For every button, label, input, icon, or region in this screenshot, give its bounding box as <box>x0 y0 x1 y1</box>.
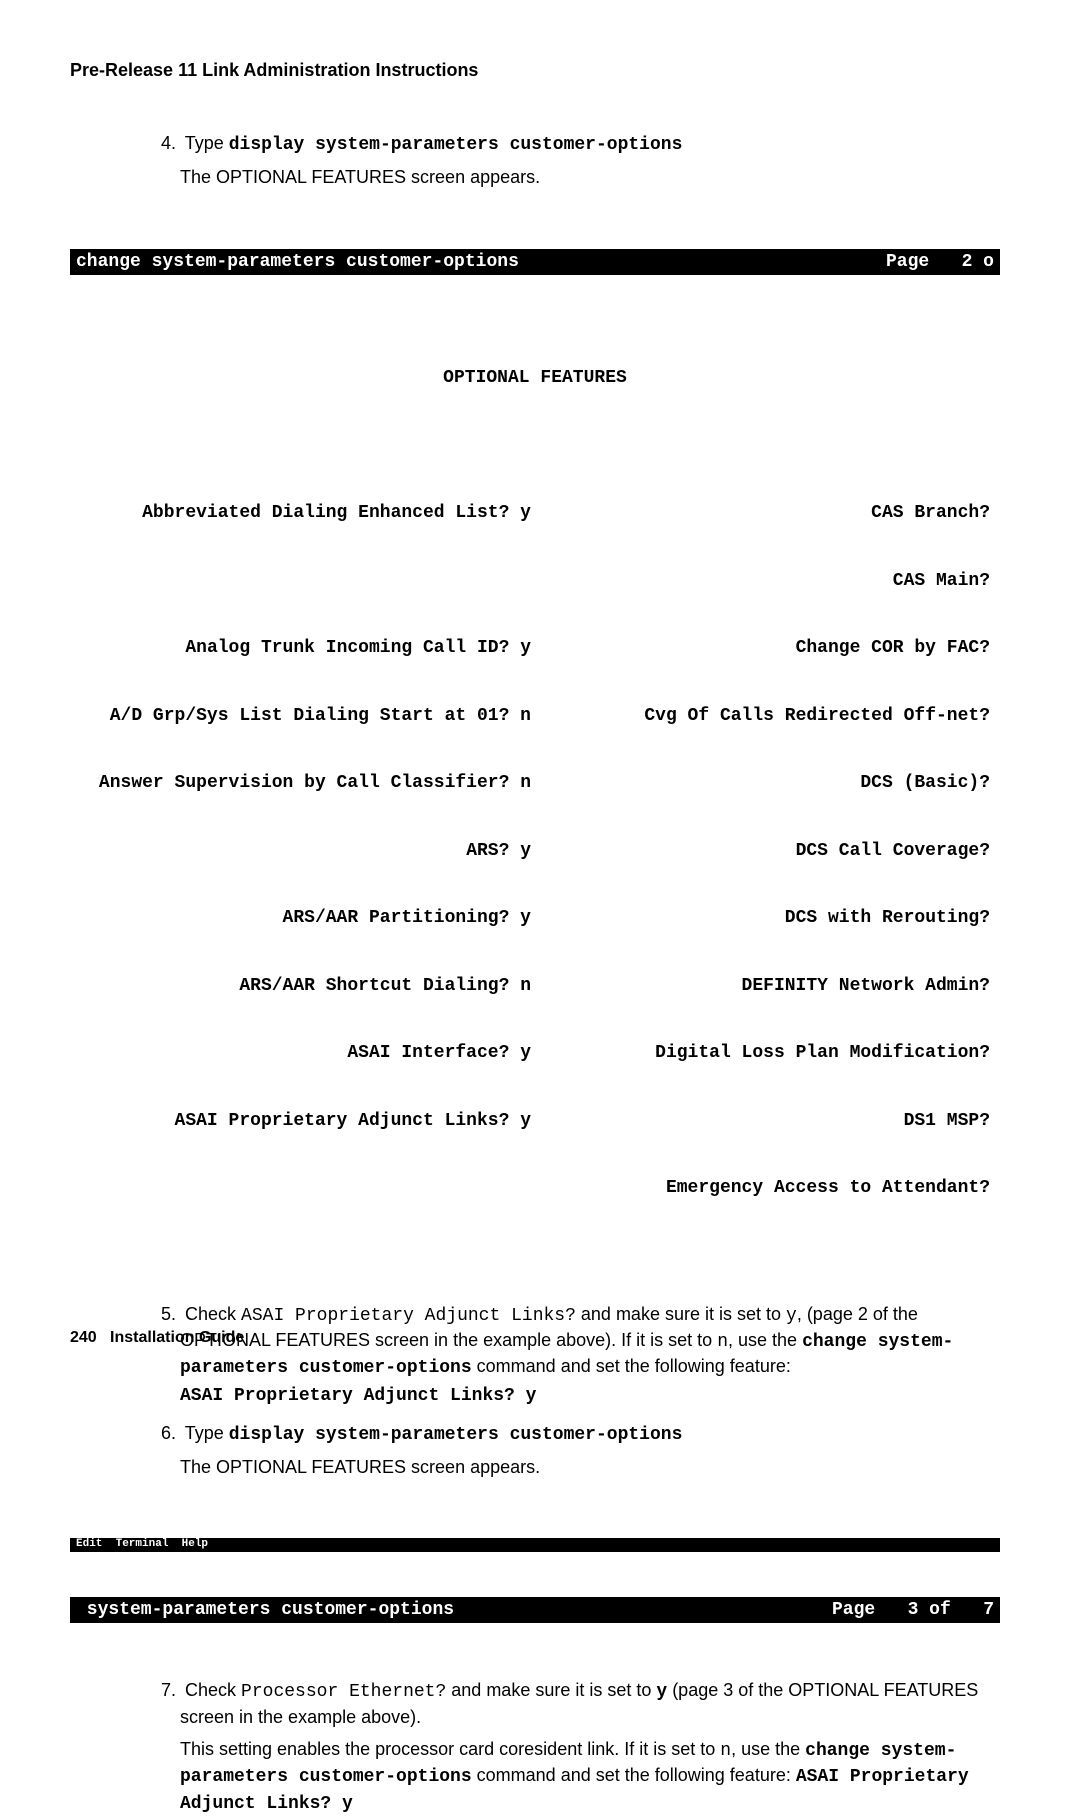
t1-row-l: Answer Supervision by Call Classifier? n <box>76 772 535 795</box>
t1-row-r: DCS (Basic)? <box>535 772 994 795</box>
page-number: 240 <box>70 1329 97 1346</box>
t1-row-l: ASAI Interface? y <box>76 1042 535 1065</box>
t1-row-r: Emergency Access to Attendant? <box>535 1177 994 1200</box>
step-7-text-b: Processor Ethernet? <box>241 1682 446 1702</box>
step-num-4: 4. <box>152 131 176 155</box>
page-header: Pre-Release 11 Link Administration Instr… <box>70 60 1010 81</box>
step-7-text-c: and make sure it is set to <box>446 1680 656 1700</box>
t1-row-l: A/D Grp/Sys List Dialing Start at 01? n <box>76 705 535 728</box>
step-7-p2b: n <box>720 1741 731 1761</box>
step-7-p2e: command and set the following feature: <box>472 1765 796 1785</box>
t1-row-l: ASAI Proprietary Adjunct Links? y <box>76 1110 535 1133</box>
step-7: 7. Check Processor Ethernet? and make su… <box>180 1678 1000 1815</box>
step-6-pre: Type <box>185 1423 229 1443</box>
t1-row-l: ARS? y <box>76 840 535 863</box>
step-5-text-g: , use the <box>728 1330 802 1350</box>
step-6-after: The OPTIONAL FEATURES screen appears. <box>180 1455 1000 1479</box>
t1-row-l: ARS/AAR Partitioning? y <box>76 907 535 930</box>
step-num-5: 5. <box>152 1302 176 1326</box>
t1-row-l: Analog Trunk Incoming Call ID? y <box>76 637 535 660</box>
step-num-7: 7. <box>152 1678 176 1702</box>
t1-row-r: Digital Loss Plan Modification? <box>535 1042 994 1065</box>
step-5-text-d: y <box>786 1306 797 1326</box>
step-7-text-a: Check <box>185 1680 241 1700</box>
t1-row-r: Cvg Of Calls Redirected Off-net? <box>535 705 994 728</box>
t1-row-l <box>76 1177 535 1200</box>
t1-row-r: DCS Call Coverage? <box>535 840 994 863</box>
page-footer: 240 Installation Guide <box>70 1329 244 1347</box>
terminal2-menubar: Edit Terminal Help <box>70 1538 1000 1551</box>
t1-row-l: Abbreviated Dialing Enhanced List? y <box>76 502 535 525</box>
t1-row-r: DEFINITY Network Admin? <box>535 975 994 998</box>
terminal1-title-right: Page 2 o <box>886 251 994 274</box>
step-7-p2c: , use the <box>731 1739 805 1759</box>
step-5-text-i: command and set the following feature: <box>472 1356 791 1376</box>
footer-label: Installation Guide <box>110 1329 244 1346</box>
step-5-text-b: ASAI Proprietary Adjunct Links? <box>241 1306 576 1326</box>
t1-row-r: CAS Branch? <box>535 502 994 525</box>
step-5-text-a: Check <box>185 1304 241 1324</box>
terminal-screenshot-1: change system-parameters customer-option… <box>70 204 1000 1292</box>
t1-row-l: ARS/AAR Shortcut Dialing? n <box>76 975 535 998</box>
terminal1-title-left: change system-parameters customer-option… <box>76 251 519 274</box>
terminal2-titlebar: system-parameters customer-options Page … <box>70 1597 1000 1624</box>
t1-row-l <box>76 570 535 593</box>
step-6-cmd: display system-parameters customer-optio… <box>229 1425 683 1445</box>
step-7-text-d: y <box>656 1682 667 1702</box>
terminal1-heading: OPTIONAL FEATURES <box>76 367 994 390</box>
step-7-para2: This setting enables the processor card … <box>180 1737 1000 1816</box>
step-4-pre: Type <box>185 133 229 153</box>
terminal-screenshot-2: Edit Terminal Help system-parameters cus… <box>70 1493 1000 1668</box>
t1-row-r: DCS with Rerouting? <box>535 907 994 930</box>
terminal2-title-left: system-parameters customer-options <box>76 1599 454 1622</box>
t1-row-r: DS1 MSP? <box>535 1110 994 1133</box>
terminal1-titlebar: change system-parameters customer-option… <box>70 249 1000 276</box>
step-4: 4. Type display system-parameters custom… <box>180 131 1000 190</box>
step-4-cmd: display system-parameters customer-optio… <box>229 135 683 155</box>
step-5: 5. Check ASAI Proprietary Adjunct Links?… <box>180 1302 1000 1409</box>
t1-row-r: CAS Main? <box>535 570 994 593</box>
step-num-6: 6. <box>152 1421 176 1445</box>
step-5-text-f: n <box>717 1332 728 1352</box>
t1-row-r: Change COR by FAC? <box>535 637 994 660</box>
step-4-after: The OPTIONAL FEATURES screen appears. <box>180 165 1000 189</box>
step-6: 6. Type display system-parameters custom… <box>180 1421 1000 1480</box>
content-area: 4. Type display system-parameters custom… <box>180 131 1000 1816</box>
step-5-text-c: and make sure it is set to <box>576 1304 786 1324</box>
terminal2-title-right: Page 3 of 7 <box>832 1599 994 1622</box>
step-7-p2a: This setting enables the processor card … <box>180 1739 720 1759</box>
